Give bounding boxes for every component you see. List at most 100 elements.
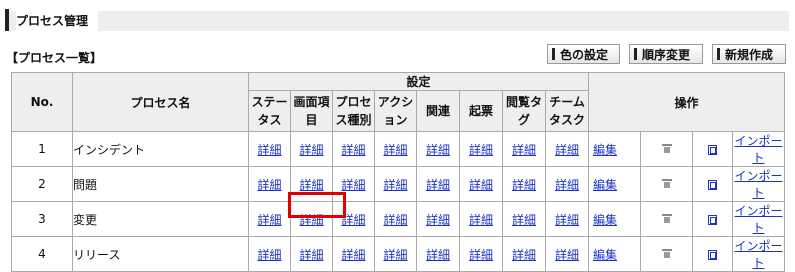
trash-icon[interactable] (661, 214, 672, 223)
detail-link[interactable]: 詳細 (299, 178, 323, 192)
column-header-no: No. (11, 72, 73, 132)
setting-cell: 詳細 (290, 131, 333, 167)
process-table: No. プロセス名 設定 操作 ステータス 画面項目 プロセス種別 アクション 関連 起票… (11, 72, 786, 272)
color-settings-button[interactable]: 色の設定 (547, 44, 620, 64)
setting-cell: 詳細 (544, 131, 590, 167)
setting-cell: 詳細 (374, 131, 417, 167)
copy-cell (692, 131, 734, 167)
setting-cell: 詳細 (332, 131, 375, 167)
column-group-settings: 設定 (247, 72, 590, 91)
trash-icon[interactable] (661, 179, 672, 188)
delete-cell (640, 131, 694, 167)
delete-cell (640, 166, 694, 202)
edit-cell: 編集 (588, 201, 642, 237)
setting-cell: 詳細 (374, 201, 417, 237)
detail-link[interactable]: 詳細 (469, 143, 493, 157)
detail-link[interactable]: 詳細 (512, 178, 536, 192)
detail-link[interactable]: 詳細 (512, 213, 536, 227)
reorder-button[interactable]: 順序変更 (629, 44, 703, 64)
detail-link[interactable]: 詳細 (512, 248, 536, 262)
detail-link[interactable]: 詳細 (383, 143, 407, 157)
delete-cell (640, 236, 694, 272)
detail-link[interactable]: 詳細 (341, 248, 365, 262)
import-link[interactable]: インポート (735, 134, 783, 165)
setting-cell: 詳細 (502, 236, 546, 272)
detail-link[interactable]: 詳細 (555, 143, 579, 157)
table-row: 3 変更 詳細 詳細 詳細 詳細 詳細 詳細 詳細 詳細 編集 インポート (11, 201, 786, 237)
detail-link[interactable]: 詳細 (426, 178, 450, 192)
detail-link[interactable]: 詳細 (257, 178, 281, 192)
detail-link[interactable]: 詳細 (469, 213, 493, 227)
setting-cell: 詳細 (459, 201, 503, 237)
row-number: 4 (11, 236, 73, 272)
header-marker (5, 9, 9, 31)
copy-cell (692, 201, 734, 237)
copy-icon[interactable] (708, 249, 718, 260)
detail-link[interactable]: 詳細 (383, 213, 407, 227)
copy-cell (692, 166, 734, 202)
setting-cell: 詳細 (459, 166, 503, 202)
detail-link[interactable]: 詳細 (555, 213, 579, 227)
detail-link[interactable]: 詳細 (469, 178, 493, 192)
column-header-setting: 関連 (416, 90, 460, 132)
setting-cell: 詳細 (290, 236, 333, 272)
column-header-setting: 画面項目 (290, 90, 333, 132)
column-header-setting: 起票 (459, 90, 503, 132)
copy-icon[interactable] (708, 214, 718, 225)
detail-link[interactable]: 詳細 (512, 143, 536, 157)
edit-link[interactable]: 編集 (589, 211, 640, 228)
copy-icon[interactable] (708, 144, 718, 155)
column-header-setting: ステータス (248, 90, 291, 132)
import-cell: インポート (732, 131, 786, 167)
column-header-setting: 閲覧タグ (502, 90, 546, 132)
table-row: 4 リリース 詳細 詳細 詳細 詳細 詳細 詳細 詳細 詳細 編集 インポート (11, 236, 786, 272)
import-link[interactable]: インポート (735, 169, 783, 200)
process-name: リリース (72, 236, 249, 272)
trash-icon[interactable] (661, 144, 672, 153)
setting-cell: 詳細 (544, 166, 590, 202)
column-header-name: プロセス名 (72, 72, 249, 132)
row-number: 3 (11, 201, 73, 237)
edit-cell: 編集 (588, 236, 642, 272)
setting-cell: 詳細 (416, 201, 460, 237)
detail-link[interactable]: 詳細 (257, 248, 281, 262)
detail-link[interactable]: 詳細 (257, 143, 281, 157)
detail-link[interactable]: 詳細 (426, 248, 450, 262)
create-new-button[interactable]: 新規作成 (712, 44, 786, 64)
column-header-setting: プロセス種別 (332, 90, 375, 132)
setting-cell: 詳細 (544, 201, 590, 237)
detail-link[interactable]: 詳細 (555, 178, 579, 192)
setting-cell: 詳細 (459, 131, 503, 167)
edit-link[interactable]: 編集 (589, 141, 640, 158)
trash-icon[interactable] (661, 249, 672, 258)
setting-cell: 詳細 (248, 236, 291, 272)
row-number: 1 (11, 131, 73, 167)
detail-link[interactable]: 詳細 (299, 143, 323, 157)
import-link[interactable]: インポート (735, 239, 783, 270)
detail-link[interactable]: 詳細 (257, 213, 281, 227)
setting-cell: 詳細 (502, 131, 546, 167)
setting-cell: 詳細 (544, 236, 590, 272)
column-header-operations: 操作 (588, 72, 786, 132)
detail-link[interactable]: 詳細 (341, 178, 365, 192)
edit-cell: 編集 (588, 166, 642, 202)
detail-link[interactable]: 詳細 (383, 178, 407, 192)
copy-icon[interactable] (708, 179, 718, 190)
section-title: 【プロセス一覧】 (6, 51, 103, 65)
setting-cell: 詳細 (459, 236, 503, 272)
edit-link[interactable]: 編集 (589, 246, 640, 263)
edit-link[interactable]: 編集 (589, 176, 640, 193)
detail-link[interactable]: 詳細 (555, 248, 579, 262)
import-cell: インポート (732, 201, 786, 237)
setting-cell: 詳細 (374, 166, 417, 202)
detail-link[interactable]: 詳細 (299, 248, 323, 262)
table-row: 2 問題 詳細 詳細 詳細 詳細 詳細 詳細 詳細 詳細 編集 インポート (11, 166, 786, 202)
detail-link[interactable]: 詳細 (426, 143, 450, 157)
setting-cell: 詳細 (502, 201, 546, 237)
detail-link[interactable]: 詳細 (383, 248, 407, 262)
detail-link[interactable]: 詳細 (426, 213, 450, 227)
detail-link[interactable]: 詳細 (469, 248, 493, 262)
detail-link[interactable]: 詳細 (341, 143, 365, 157)
column-header-setting: チームタスク (544, 90, 590, 132)
import-link[interactable]: インポート (735, 204, 783, 235)
